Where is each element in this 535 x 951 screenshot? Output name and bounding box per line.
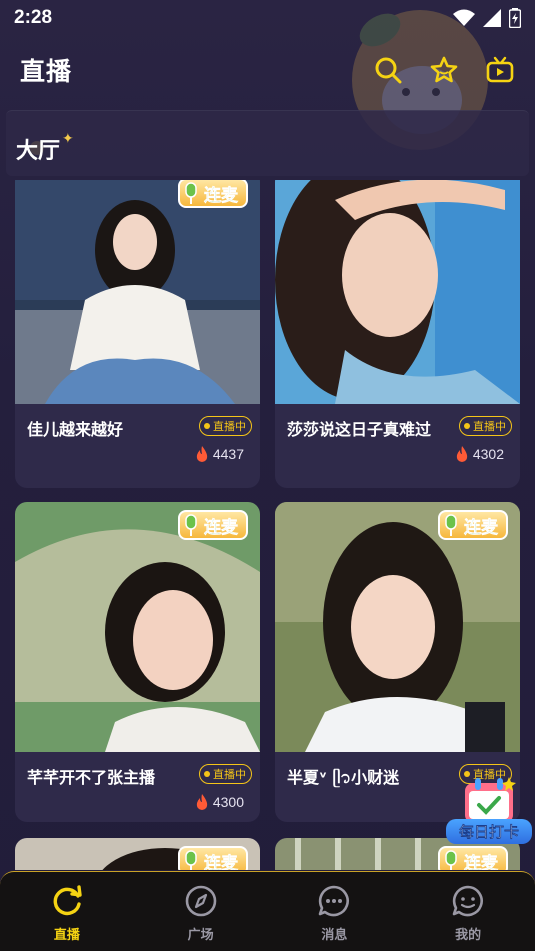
heat-value: 4302 (472, 446, 504, 462)
live-status-label: 直播中 (213, 420, 246, 433)
live-dot-icon (204, 771, 210, 777)
hall-section-header: 大厅 ✦ (6, 110, 529, 176)
live-status-label: 直播中 (213, 768, 246, 781)
co-host-tag: 连麦 (438, 846, 508, 870)
status-time: 2:28 (14, 7, 53, 28)
live-dot-icon (464, 423, 470, 429)
tv-icon (486, 56, 514, 83)
tab-live[interactable]: 直播 (0, 872, 134, 951)
live-room-card[interactable]: 连麦 半夏ᵛ ᥫ᭡小财迷 直播中 (275, 502, 520, 822)
sparkle-icon: ✦ (62, 131, 74, 147)
card-info: 芊芊开不了张主播 直播中 4300 (15, 752, 260, 822)
tv-button[interactable] (485, 55, 515, 85)
compass-icon (185, 885, 216, 917)
tab-label: 直播 (53, 928, 80, 943)
co-host-label: 连麦 (464, 853, 499, 870)
live-room-card[interactable]: 连麦 (15, 838, 260, 870)
live-status-badge: 直播中 (199, 764, 252, 784)
heat-count: 4302 (455, 446, 504, 462)
tab-label: 广场 (187, 928, 214, 943)
microphone-icon (185, 850, 197, 870)
fire-icon (196, 446, 207, 462)
search-icon (375, 57, 402, 84)
co-host-label: 连麦 (464, 517, 499, 538)
live-status-label: 直播中 (473, 420, 506, 433)
heat-count: 4437 (195, 446, 244, 462)
battery-icon (509, 8, 521, 28)
daily-checkin-label: 每日打卡 (446, 819, 532, 844)
tab-label: 我的 (455, 928, 482, 943)
room-title: 半夏ᵛ ᥫ᭡小财迷 (287, 768, 400, 787)
hall-label: 大厅 (16, 139, 61, 164)
bottom-tab-bar: 直播 广场 消息 我的 (0, 871, 535, 951)
star-icon (430, 56, 458, 83)
calendar-check-icon (465, 777, 516, 823)
live-room-card[interactable]: 莎莎说这日子真难过 直播中 4302 (275, 180, 520, 488)
live-status-badge: 直播中 (459, 416, 512, 436)
co-host-label: 连麦 (204, 853, 239, 870)
refresh-icon (53, 885, 82, 916)
header: 直播 (0, 44, 535, 96)
heat-count: 4300 (195, 794, 244, 810)
tab-label: 消息 (321, 928, 348, 943)
page-title: 直播 (20, 57, 73, 86)
room-cover-image (15, 180, 260, 404)
live-dot-icon (204, 423, 210, 429)
microphone-icon (185, 182, 197, 204)
live-status-badge: 直播中 (199, 416, 252, 436)
microphone-icon (445, 850, 457, 870)
heat-value: 4300 (212, 794, 244, 810)
co-host-tag: 连麦 (178, 180, 248, 208)
live-room-grid: 连麦 佳儿越来越好 直播中 4437 莎莎说这日子真难过 直播中 4302 连麦… (15, 180, 520, 870)
live-room-card[interactable]: 连麦 佳儿越来越好 直播中 4437 (15, 180, 260, 488)
daily-checkin-button[interactable]: 每日打卡 (446, 775, 532, 845)
co-host-tag: 连麦 (178, 846, 248, 870)
chat-bubble-icon (319, 885, 350, 917)
live-room-card[interactable]: 连麦 芊芊开不了张主播 直播中 4300 (15, 502, 260, 822)
tab-plaza[interactable]: 广场 (134, 872, 268, 951)
tab-profile[interactable]: 我的 (401, 872, 535, 951)
room-title: 佳儿越来越好 (27, 420, 124, 439)
tab-messages[interactable]: 消息 (268, 872, 402, 951)
co-host-tag: 连麦 (438, 510, 508, 540)
smile-bubble-icon (452, 885, 484, 917)
co-host-label: 连麦 (204, 517, 239, 538)
room-title: 莎莎说这日子真难过 (287, 420, 432, 439)
fire-icon (456, 446, 467, 462)
co-host-label: 连麦 (204, 185, 239, 206)
microphone-icon (185, 514, 197, 536)
card-info: 莎莎说这日子真难过 直播中 4302 (275, 404, 520, 478)
header-actions (373, 55, 515, 85)
fire-icon (196, 794, 207, 810)
microphone-icon (445, 514, 457, 536)
room-cover-image (275, 180, 520, 404)
card-info: 佳儿越来越好 直播中 4437 (15, 404, 260, 478)
search-button[interactable] (373, 55, 403, 85)
heat-value: 4437 (212, 446, 244, 462)
favorites-button[interactable] (429, 55, 459, 85)
room-title: 芊芊开不了张主播 (27, 768, 156, 787)
co-host-tag: 连麦 (178, 510, 248, 540)
